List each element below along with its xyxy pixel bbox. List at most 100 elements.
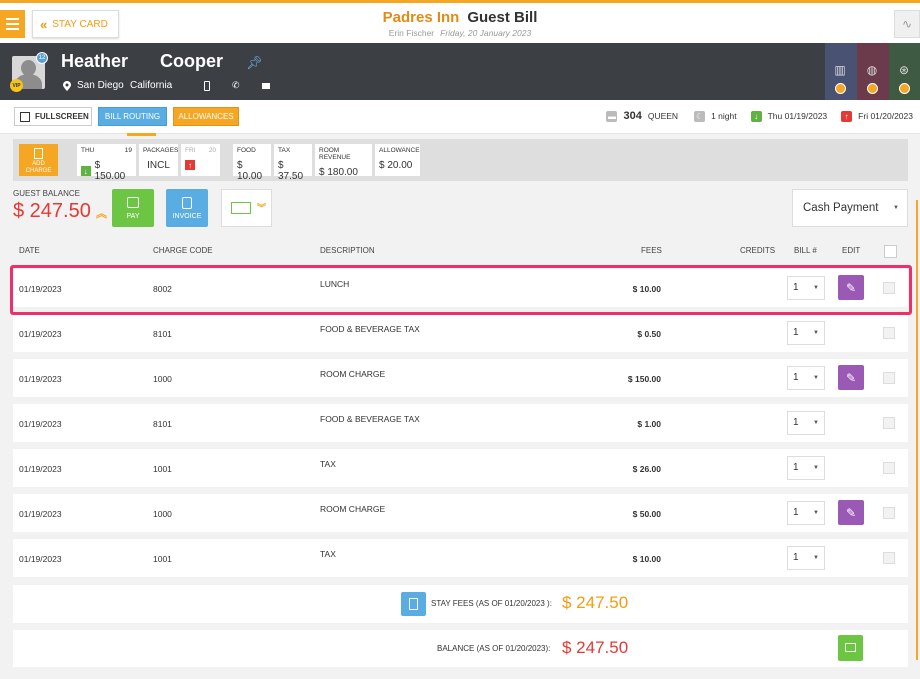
bill-number-select[interactable]: 1 ▼ <box>787 366 825 390</box>
bill-number-select[interactable]: 1 ▼ <box>787 501 825 525</box>
chevron-down-icon: ▼ <box>813 465 819 471</box>
row-fees: $ 0.50 <box>637 329 661 339</box>
table-row[interactable]: 01/19/2023 8101 FOOD & BEVERAGE TAX $ 1.… <box>13 404 908 442</box>
row-date: 01/19/2023 <box>19 374 62 384</box>
business-date: Friday, 20 January 2023 <box>440 28 532 38</box>
bill-number-select[interactable]: 1 ▼ <box>787 321 825 345</box>
table-row[interactable]: 01/19/2023 1001 TAX $ 26.00 1 ▼ <box>13 449 908 487</box>
bill-number-select[interactable]: 1 ▼ <box>787 276 825 300</box>
row-fees: $ 150.00 <box>627 374 661 384</box>
day-name: THU <box>81 147 95 154</box>
chevron-down-icon: ▼ <box>813 555 819 561</box>
add-charge-button[interactable]: ADD CHARGE <box>19 144 58 176</box>
check-options-button[interactable]: ︾ <box>221 189 272 227</box>
food-value: $ 10.00 <box>237 160 263 182</box>
row-checkbox[interactable] <box>883 282 895 294</box>
document-icon <box>409 598 418 610</box>
edit-pencil-icon[interactable]: ✎ <box>838 275 864 300</box>
bill-number-select[interactable]: 1 ▼ <box>787 411 825 435</box>
arrival-arrow-icon: ↓ <box>750 110 762 122</box>
row-charge-code: 8101 <box>153 419 172 429</box>
document-button[interactable] <box>401 592 426 616</box>
row-fees: $ 10.00 <box>632 554 661 564</box>
row-date: 01/19/2023 <box>19 419 62 429</box>
food-tile: FOOD $ 10.00 <box>233 144 271 182</box>
bill-number-select[interactable]: 1 ▼ <box>787 546 825 570</box>
pin-icon[interactable]: 📌︎ <box>246 55 263 71</box>
table-row[interactable]: 01/19/2023 1000 ROOM CHARGE $ 150.00 1 ▼ … <box>13 359 908 397</box>
row-date: 01/19/2023 <box>19 554 62 564</box>
invoice-button[interactable]: INVOICE <box>166 189 208 227</box>
scrollbar[interactable] <box>916 200 918 660</box>
building-tab[interactable]: ▥ <box>825 43 857 100</box>
expand-icon <box>20 111 30 122</box>
pay-button[interactable]: PAY <box>112 189 154 227</box>
select-all-checkbox[interactable] <box>884 245 897 258</box>
analytics-icon[interactable]: ∿ <box>894 10 920 38</box>
bill-number-select[interactable]: 1 ▼ <box>787 456 825 480</box>
row-charge-code: 1001 <box>153 554 172 564</box>
bill-routing-button[interactable]: BILL ROUTING <box>98 107 167 126</box>
table-row[interactable]: 01/19/2023 8002 LUNCH $ 10.00 1 ▼ ✎ <box>13 269 908 307</box>
payment-method-select[interactable]: Cash Payment ▼ <box>792 189 908 227</box>
guest-header: 12 VIP Heather Cooper 📌︎ San Diego Calif… <box>0 43 920 100</box>
rings-tab[interactable]: ⊛ <box>889 43 920 100</box>
phone-icon[interactable]: ✆ <box>232 80 240 91</box>
room-revenue-tile: ROOM REVENUE $ 180.00 <box>315 144 372 178</box>
departure-date: Fri 01/20/2023 <box>858 111 913 121</box>
guest-balance-label: GUEST BALANCE <box>13 189 80 198</box>
row-date: 01/19/2023 <box>19 284 62 294</box>
payment-button[interactable] <box>838 635 863 661</box>
add-charge-label: ADD CHARGE <box>25 161 52 174</box>
row-description: FOOD & BEVERAGE TAX <box>320 324 420 334</box>
fullscreen-button[interactable]: FULLSCREEN <box>14 107 92 126</box>
location-pin-icon <box>63 81 71 91</box>
balance-value: $ 247.50 <box>562 638 629 657</box>
day-tile-thu[interactable]: THU 19 ↓ $ 150.00 <box>77 144 136 182</box>
day-tile-fri[interactable]: FRI 20 ↑ <box>181 144 220 176</box>
row-charge-code: 1000 <box>153 374 172 384</box>
payment-method-value: Cash Payment <box>803 202 879 214</box>
row-checkbox[interactable] <box>883 372 895 384</box>
balance-row: BALANCE (AS OF 01/20/2023): $ 247.50 <box>13 630 908 667</box>
bill-number-value: 1 <box>793 462 799 473</box>
page-subtitle: Erin Fischer Friday, 20 January 2023 <box>0 28 920 38</box>
chevron-down-icon: ▼ <box>813 420 819 426</box>
departure-arrow-icon: ↑ <box>841 110 853 122</box>
room-revenue-label: ROOM REVENUE <box>319 147 351 161</box>
bed-icon: ▬ <box>606 110 618 122</box>
table-row[interactable]: 01/19/2023 1000 ROOM CHARGE $ 50.00 1 ▼ ✎ <box>13 494 908 532</box>
edit-pencil-icon[interactable]: ✎ <box>838 500 864 525</box>
edit-pencil-icon[interactable]: ✎ <box>838 365 864 390</box>
header-date: DATE <box>19 246 40 255</box>
header-charge-code: CHARGE CODE <box>153 246 213 255</box>
globe-tab[interactable]: ◍ <box>857 43 889 100</box>
allowances-button[interactable]: ALLOWANCES <box>173 107 239 126</box>
balance-label: BALANCE (AS OF 01/20/2023): <box>437 644 551 653</box>
double-chevron-up-icon[interactable]: ︽ <box>96 205 107 221</box>
packages-tile[interactable]: PACKAGES INCL <box>139 144 178 176</box>
chevron-down-icon: ▼ <box>813 510 819 516</box>
mobile-phone-icon[interactable] <box>204 81 210 91</box>
row-fees: $ 26.00 <box>632 464 661 474</box>
room-revenue-value: $ 180.00 <box>319 167 358 178</box>
row-fees: $ 1.00 <box>637 419 661 429</box>
stay-info: ▬ 304 QUEEN ☾ 1 night ↓ Thu 01/19/2023 ↑… <box>606 110 913 122</box>
packages-value: INCL <box>147 160 170 171</box>
row-checkbox[interactable] <box>883 552 895 564</box>
row-checkbox[interactable] <box>883 327 895 339</box>
charge-summary-strip: ADD CHARGE THU 19 ↓ $ 150.00 PACKAGES INCL… <box>13 139 908 182</box>
row-description: TAX <box>320 549 336 559</box>
row-checkbox[interactable] <box>883 417 895 429</box>
row-checkbox[interactable] <box>883 462 895 474</box>
top-bar: « STAY CARD Padres Inn Guest Bill Erin Fi… <box>0 0 920 43</box>
day-amount: $ 150.00 <box>94 160 126 182</box>
table-row[interactable]: 01/19/2023 1001 TAX $ 10.00 1 ▼ <box>13 539 908 577</box>
row-checkbox[interactable] <box>883 507 895 519</box>
action-row: FULLSCREEN BILL ROUTING ALLOWANCES ▬ 304… <box>0 100 920 136</box>
email-icon[interactable] <box>262 83 270 89</box>
table-row[interactable]: 01/19/2023 8101 FOOD & BEVERAGE TAX $ 0.… <box>13 314 908 352</box>
allowance-label: ALLOWANCE <box>379 147 420 154</box>
tax-value: $ 37.50 <box>278 160 304 182</box>
receipt-icon <box>34 148 43 159</box>
